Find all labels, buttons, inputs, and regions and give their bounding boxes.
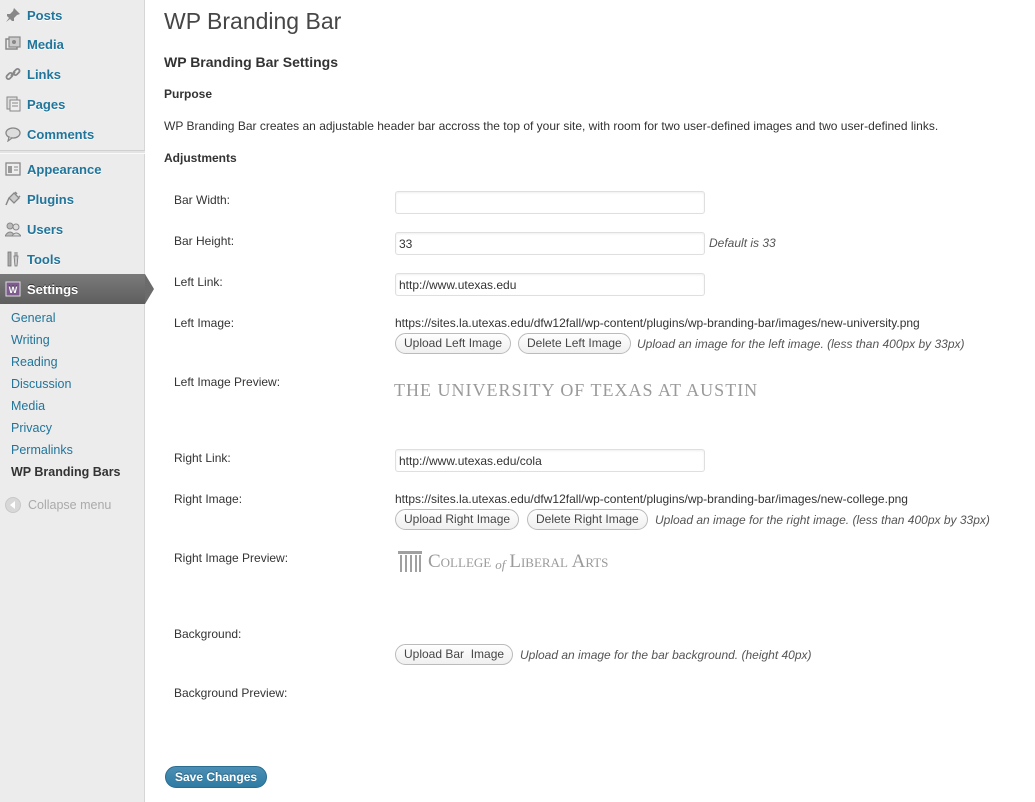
adjustments-heading: Adjustments: [164, 151, 237, 165]
submenu-general[interactable]: General: [11, 311, 55, 325]
submenu-media[interactable]: Media: [11, 399, 45, 413]
collapse-menu-button[interactable]: Collapse menu: [5, 497, 111, 513]
link-icon: [5, 66, 21, 82]
collapse-menu-label: Collapse menu: [28, 498, 112, 512]
menu-label: Tools: [27, 251, 61, 267]
menu-item-tools[interactable]: Tools: [0, 244, 145, 274]
right-preview-text-b: Liberal Arts: [509, 551, 609, 572]
right-preview-text-a: College: [428, 551, 492, 572]
pushpin-icon: [5, 7, 21, 23]
menu-item-pages[interactable]: Pages: [0, 89, 145, 119]
left-link-input[interactable]: [395, 273, 705, 296]
pages-icon: [5, 96, 21, 112]
menu-item-plugins[interactable]: Plugins: [0, 184, 145, 214]
tools-icon: [5, 251, 21, 267]
bar-width-input[interactable]: [395, 191, 705, 214]
svg-text:W: W: [9, 285, 18, 295]
background-preview-label: Background Preview:: [174, 686, 288, 700]
main-content: WP Branding Bar WP Branding Bar Settings…: [164, 0, 1024, 802]
menu-label: Settings: [27, 281, 79, 297]
plugin-icon: [5, 191, 21, 207]
admin-sidebar: Posts Media Links Pages Comments Appeara…: [0, 0, 154, 802]
menu-item-appearance[interactable]: Appearance: [0, 154, 145, 184]
left-image-hint: Upload an image for the left image. (les…: [637, 337, 965, 351]
submenu-discussion[interactable]: Discussion: [11, 377, 71, 391]
submenu-privacy[interactable]: Privacy: [11, 421, 52, 435]
right-image-hint: Upload an image for the right image. (le…: [655, 513, 990, 527]
submenu-writing[interactable]: Writing: [11, 333, 50, 347]
settings-heading: WP Branding Bar Settings: [164, 54, 338, 70]
menu-label: Appearance: [27, 161, 102, 177]
save-changes-button[interactable]: Save Changes: [165, 766, 268, 788]
right-image-preview-label: Right Image Preview:: [174, 551, 289, 565]
left-image-label: Left Image:: [174, 316, 235, 330]
collapse-arrow-icon: [5, 497, 21, 513]
bar-height-hint: Default is 33: [709, 236, 776, 250]
comment-icon: [5, 126, 21, 142]
appearance-icon: [5, 161, 21, 177]
menu-item-settings[interactable]: W Settings: [0, 274, 154, 304]
page-title: WP Branding Bar: [164, 8, 342, 34]
columns-logo-icon: [398, 551, 422, 572]
bar-width-label: Bar Width:: [174, 193, 231, 207]
right-image-url: https://sites.la.utexas.edu/dfw12fall/wp…: [395, 492, 908, 506]
purpose-description: WP Branding Bar creates an adjustable he…: [164, 119, 939, 133]
menu-item-links[interactable]: Links: [0, 59, 145, 89]
upload-left-image-button[interactable]: Upload Left Image: [395, 333, 512, 354]
left-image-preview: THE UNIVERSITY OF TEXAS AT AUSTIN: [394, 380, 759, 400]
left-image-url: https://sites.la.utexas.edu/dfw12fall/wp…: [395, 316, 920, 330]
menu-item-users[interactable]: Users: [0, 214, 145, 244]
menu-item-media[interactable]: Media: [0, 29, 145, 59]
menu-label: Plugins: [27, 191, 74, 207]
menu-item-posts[interactable]: Posts: [0, 0, 145, 30]
bar-height-input[interactable]: [395, 232, 705, 255]
menu-label: Links: [27, 66, 61, 82]
submenu-permalinks[interactable]: Permalinks: [11, 443, 73, 457]
settings-icon: W: [5, 281, 21, 297]
upload-right-image-button[interactable]: Upload Right Image: [395, 509, 520, 530]
left-image-preview-label: Left Image Preview:: [174, 375, 281, 389]
left-link-label: Left Link:: [174, 275, 223, 289]
menu-label: Pages: [27, 96, 66, 112]
right-link-label: Right Link:: [174, 451, 231, 465]
menu-item-comments[interactable]: Comments: [0, 119, 145, 149]
upload-bar-image-button[interactable]: Upload Bar Image: [395, 644, 514, 665]
background-label: Background:: [174, 627, 242, 641]
right-image-label: Right Image:: [174, 492, 243, 506]
menu-label: Posts: [27, 7, 63, 23]
bar-height-label: Bar Height:: [174, 234, 235, 248]
media-icon: [5, 36, 21, 52]
menu-label: Media: [27, 36, 64, 52]
menu-label: Comments: [27, 126, 95, 142]
background-hint: Upload an image for the bar background. …: [520, 648, 812, 662]
users-icon: [5, 221, 21, 237]
right-preview-text-of: of: [495, 557, 506, 572]
delete-right-image-button[interactable]: Delete Right Image: [527, 509, 648, 530]
submenu-wp-branding-bars[interactable]: WP Branding Bars: [11, 465, 121, 479]
right-image-preview: College of Liberal Arts: [398, 551, 608, 573]
menu-label: Users: [27, 221, 64, 237]
purpose-heading: Purpose: [164, 87, 213, 101]
right-link-input[interactable]: [395, 449, 705, 472]
delete-left-image-button[interactable]: Delete Left Image: [518, 333, 631, 354]
submenu-reading[interactable]: Reading: [11, 355, 58, 369]
